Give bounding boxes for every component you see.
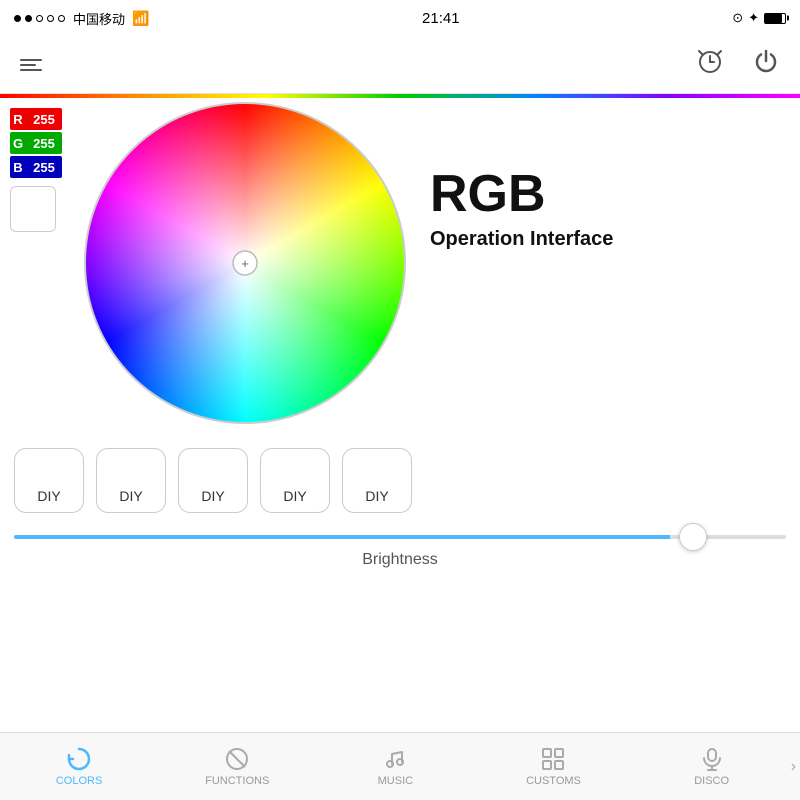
tab-item-disco[interactable]: DISCO <box>633 746 791 787</box>
svg-text:+: + <box>241 256 249 271</box>
nav-right-icons <box>696 47 780 82</box>
disco-icon <box>699 746 725 772</box>
tab-label-functions: FUNCTIONS <box>205 775 269 787</box>
signal-dot-2 <box>25 15 32 22</box>
tab-label-colors: COLORS <box>56 775 102 787</box>
main-content: R 255 G 255 B 255 <box>0 98 800 732</box>
diy-button-3[interactable]: DIY <box>178 448 248 513</box>
r-label: R <box>10 108 26 130</box>
tab-label-music: MUSIC <box>378 775 413 787</box>
signal-dot-5 <box>58 15 65 22</box>
wifi-icon: 📶 <box>132 10 149 27</box>
g-row: G 255 <box>10 132 70 154</box>
tab-item-functions[interactable]: FUNCTIONS <box>158 746 316 787</box>
status-time: 21:41 <box>422 10 460 27</box>
color-wheel[interactable]: + <box>80 98 410 428</box>
rgb-title: RGB <box>430 168 546 220</box>
functions-icon <box>224 746 250 772</box>
brightness-label: Brightness <box>14 551 786 569</box>
nav-bar <box>0 36 800 94</box>
signal-dot-1 <box>14 15 21 22</box>
diy-button-1[interactable]: DIY <box>14 448 84 513</box>
diy-button-4[interactable]: DIY <box>260 448 330 513</box>
status-bar: 中国移动 📶 21:41 ⊙ ✦ <box>0 0 800 36</box>
slider-track <box>14 535 786 539</box>
brightness-section: Brightness <box>0 527 800 569</box>
b-value: 255 <box>26 156 62 178</box>
tab-arrow-right: › <box>791 758 800 776</box>
menu-line-1 <box>20 59 42 61</box>
color-preview-box[interactable] <box>10 186 56 232</box>
r-row: R 255 <box>10 108 70 130</box>
tab-item-customs[interactable]: CUSTOMS <box>474 746 632 787</box>
customs-icon <box>540 746 566 772</box>
g-value: 255 <box>26 132 62 154</box>
tab-bar: COLORS FUNCTIONS MUSIC CUSTOMS <box>0 732 800 800</box>
alarm-button[interactable] <box>696 47 724 82</box>
battery-icon <box>764 13 786 24</box>
diy-button-2[interactable]: DIY <box>96 448 166 513</box>
slider-thumb[interactable] <box>679 523 707 551</box>
tab-label-customs: CUSTOMS <box>526 775 581 787</box>
power-button[interactable] <box>752 47 780 82</box>
g-label: G <box>10 132 26 154</box>
carrier-name: 中国移动 <box>73 9 125 28</box>
brightness-slider-track[interactable] <box>14 527 786 547</box>
menu-line-3 <box>20 69 42 71</box>
diy-section: DIY DIY DIY DIY DIY <box>0 438 800 523</box>
r-value: 255 <box>26 108 62 130</box>
menu-button[interactable] <box>20 59 42 71</box>
music-icon <box>382 746 408 772</box>
b-row: B 255 <box>10 156 70 178</box>
tab-item-music[interactable]: MUSIC <box>316 746 474 787</box>
tab-label-disco: DISCO <box>694 775 729 787</box>
signal-dot-3 <box>36 15 43 22</box>
lock-icon: ⊙ <box>732 10 743 26</box>
bluetooth-icon: ✦ <box>748 10 759 26</box>
right-panel: RGB Operation Interface <box>420 108 613 251</box>
color-section: R 255 G 255 B 255 <box>0 98 800 428</box>
signal-dot-4 <box>47 15 54 22</box>
b-label: B <box>10 156 26 178</box>
status-right-icons: ⊙ ✦ <box>732 10 786 26</box>
rgb-panel: R 255 G 255 B 255 <box>10 108 70 232</box>
menu-line-2 <box>20 64 36 66</box>
battery-fill <box>765 14 782 23</box>
color-wheel-container[interactable]: + <box>80 98 410 428</box>
diy-button-5[interactable]: DIY <box>342 448 412 513</box>
colors-icon <box>66 746 92 772</box>
tab-item-colors[interactable]: COLORS <box>0 746 158 787</box>
status-carrier-area: 中国移动 📶 <box>14 9 149 28</box>
rgb-subtitle: Operation Interface <box>430 228 613 251</box>
